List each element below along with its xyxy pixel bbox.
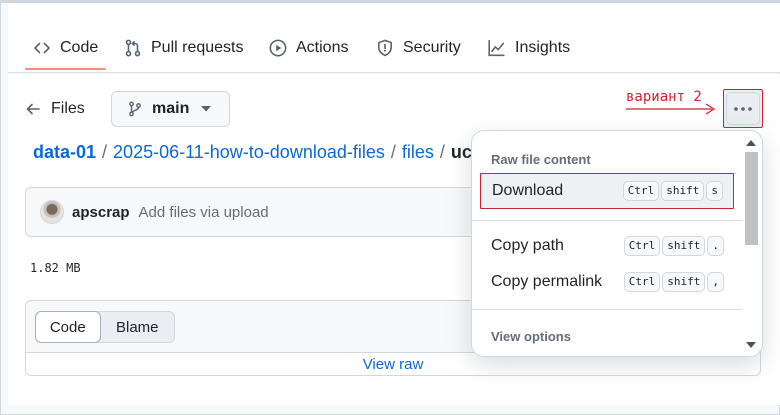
branch-name: main — [152, 100, 190, 117]
breadcrumb-separator: / — [102, 142, 108, 162]
tab-security[interactable]: Security — [376, 28, 461, 68]
menu-item-copy-path-label: Copy path — [491, 237, 564, 254]
more-options-button[interactable] — [723, 89, 763, 128]
menu-item-download-label: Download — [492, 182, 564, 199]
scroll-down-arrow-icon[interactable] — [746, 342, 756, 348]
avatar[interactable] — [40, 200, 64, 224]
tab-actions[interactable]: Actions — [269, 28, 348, 68]
copy-path-shortcut: Ctrl shift . — [623, 236, 724, 256]
arrow-left-icon — [26, 103, 40, 115]
annotation-arrow-icon — [626, 103, 716, 115]
scroll-up-arrow-icon[interactable] — [746, 140, 756, 146]
kebab-horizontal-icon — [734, 106, 752, 111]
commit-author-link[interactable]: apscrap — [72, 204, 130, 221]
latest-commit-box: apscrap Add files via upload — [25, 187, 485, 237]
play-icon — [269, 39, 287, 57]
code-view-button[interactable]: Code — [35, 311, 101, 343]
menu-item-download[interactable]: Download Ctrl shift s — [480, 173, 734, 209]
files-toggle-button[interactable]: Files — [25, 93, 85, 125]
kbd-key: . — [707, 236, 724, 256]
repo-nav-tabs: Code Pull requests Actions Security Insi… — [8, 3, 780, 73]
tab-actions-label: Actions — [296, 39, 349, 56]
breadcrumb-separator: / — [439, 142, 445, 162]
tab-insights[interactable]: Insights — [487, 28, 570, 68]
tab-security-label: Security — [403, 39, 461, 56]
kbd-key: Ctrl — [622, 181, 660, 201]
copy-permalink-shortcut: Ctrl shift , — [623, 272, 724, 292]
commit-message[interactable]: Add files via upload — [139, 204, 269, 221]
menu-group-raw-file-content: Raw file content — [491, 152, 591, 167]
more-options-menu: Raw file content Download Ctrl shift s C… — [472, 131, 762, 356]
git-branch-icon — [129, 101, 141, 117]
tab-pull-requests[interactable]: Pull requests — [124, 28, 244, 68]
kbd-key: Ctrl — [623, 272, 661, 292]
kbd-key: s — [706, 181, 723, 201]
breadcrumb-repo-link[interactable]: data-01 — [33, 142, 96, 162]
code-icon — [34, 42, 50, 54]
branch-selector-button[interactable]: main — [111, 91, 230, 127]
blame-view-button[interactable]: Blame — [101, 312, 174, 342]
breadcrumb-folder-link[interactable]: files — [402, 142, 434, 162]
kbd-key: shift — [661, 181, 705, 201]
graph-icon — [488, 39, 505, 57]
tab-code-label: Code — [60, 39, 99, 56]
breadcrumb-current-file: uc — [450, 142, 472, 162]
active-tab-underline — [25, 68, 107, 70]
menu-group-view-options: View options — [491, 329, 571, 344]
menu-item-copy-permalink[interactable]: Copy permalink Ctrl shift , — [480, 264, 734, 300]
scrollbar-thumb[interactable] — [745, 152, 758, 245]
kbd-key: Ctrl — [623, 236, 661, 256]
menu-divider — [472, 220, 742, 221]
breadcrumb-separator: / — [390, 142, 396, 162]
menu-scrollbar[interactable] — [742, 131, 762, 356]
breadcrumb-folder-link[interactable]: 2025-06-11-how-to-download-files — [113, 142, 385, 162]
file-size: 1.82 MB — [30, 261, 81, 275]
menu-item-copy-permalink-label: Copy permalink — [491, 273, 603, 290]
kbd-key: , — [707, 272, 724, 292]
triangle-down-icon — [201, 106, 212, 112]
download-shortcut: Ctrl shift s — [622, 181, 723, 201]
breadcrumb: data-01/2025-06-11-how-to-download-files… — [33, 142, 472, 163]
shield-icon — [378, 39, 392, 57]
view-raw-link[interactable]: View raw — [26, 356, 760, 373]
git-pull-request-icon — [125, 39, 141, 57]
kbd-key: shift — [662, 236, 706, 256]
more-options-inner — [726, 92, 760, 125]
tab-insights-label: Insights — [515, 39, 571, 56]
kbd-key: shift — [662, 272, 706, 292]
tab-code[interactable]: Code — [25, 28, 107, 70]
view-mode-segmented-control: Code Blame — [35, 311, 175, 343]
files-label: Files — [51, 100, 85, 117]
menu-item-copy-path[interactable]: Copy path Ctrl shift . — [480, 228, 734, 264]
menu-divider — [472, 309, 742, 310]
tab-pull-requests-label: Pull requests — [151, 39, 244, 56]
